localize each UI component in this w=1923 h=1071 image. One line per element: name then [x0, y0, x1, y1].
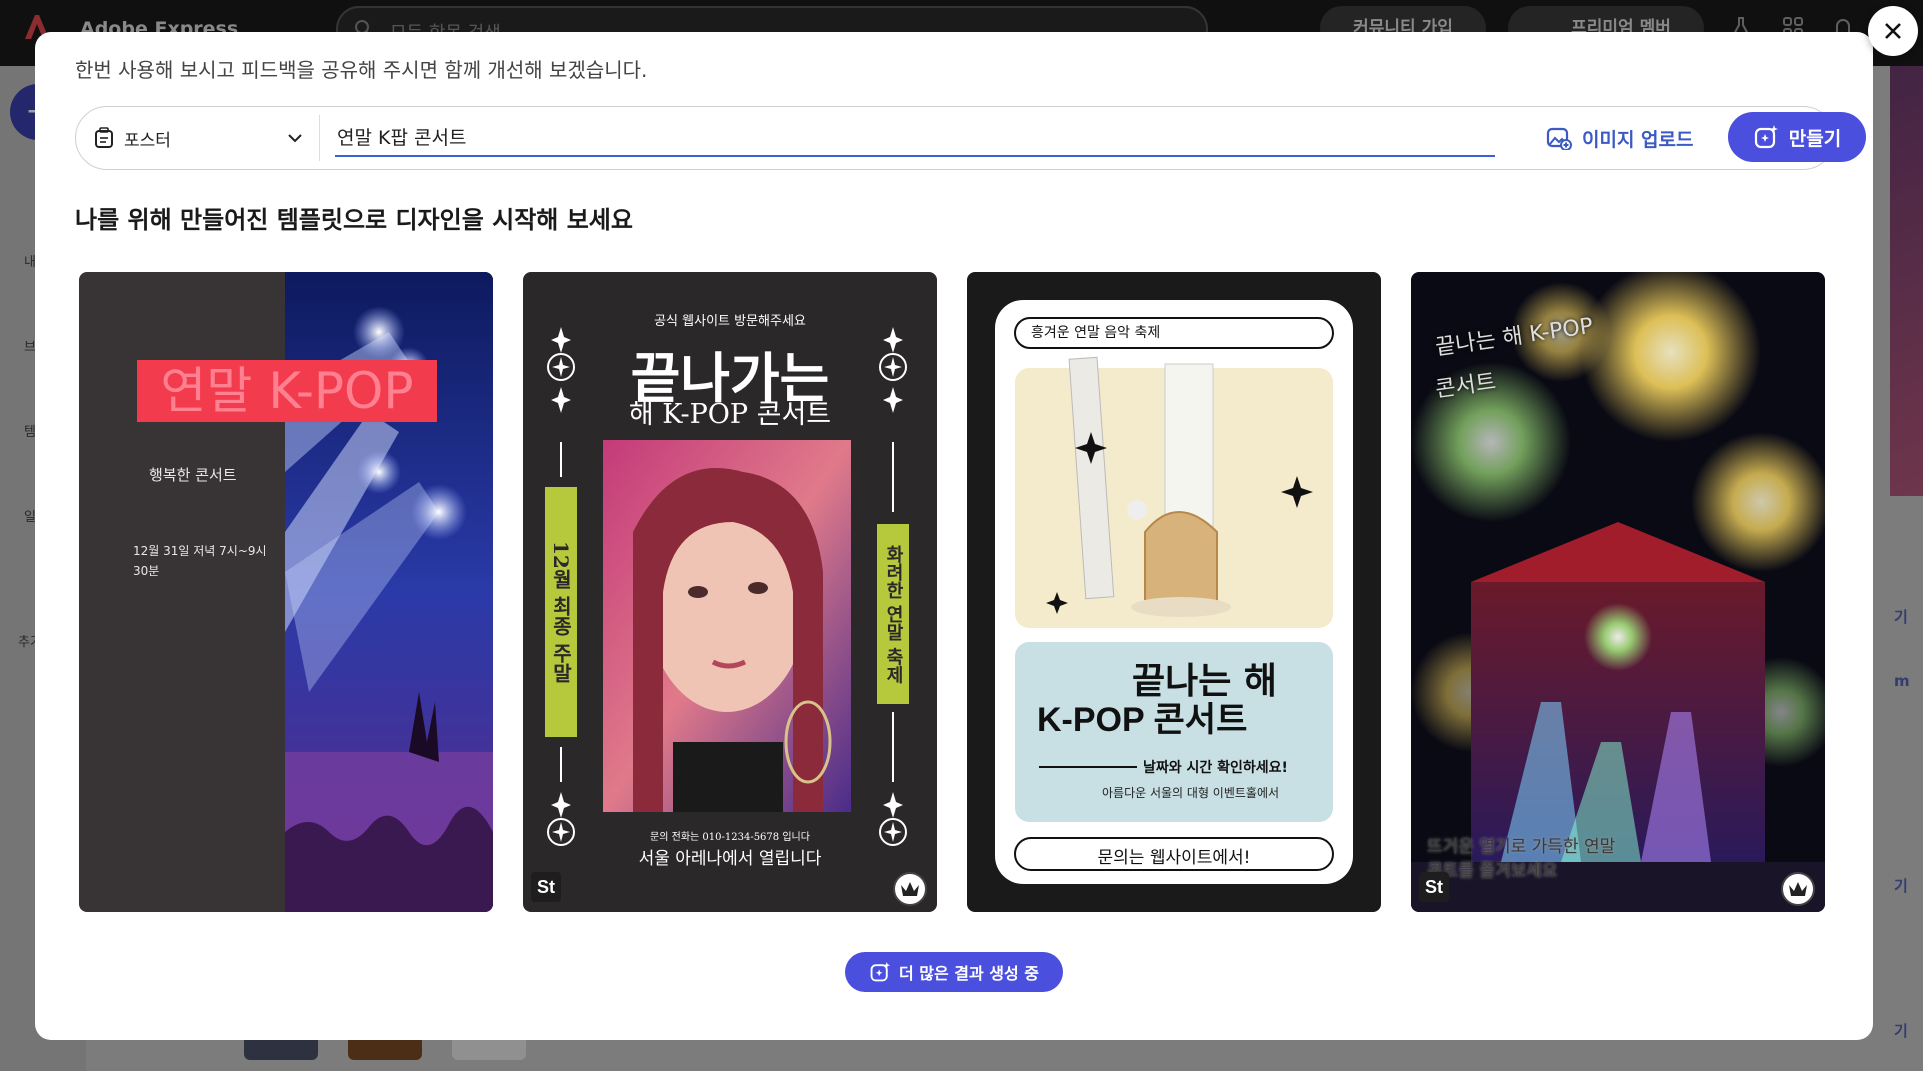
premium-crown-icon [1781, 872, 1815, 906]
create-button[interactable]: 만들기 [1728, 112, 1866, 162]
template-2-left-vertical: 12월 최종 주말 [549, 541, 573, 683]
upload-image-button[interactable]: 이미지 업로드 [1546, 117, 1694, 159]
generate-sparkle-icon [1754, 125, 1778, 149]
stock-badge: St [531, 872, 561, 902]
template-2-contact: 문의 전화는 010-1234-5678 입니다 [650, 832, 810, 843]
template-2-right-vertical: 화려한 연말 축제 [883, 544, 904, 684]
template-1-date: 12월 31일 저녁 7시~9시 [133, 544, 267, 558]
template-3-info-2: 아름다운 서울의 대형 이벤트홀에서 [1102, 786, 1280, 800]
chevron-down-icon [288, 134, 302, 143]
template-3-footer: 문의는 웹사이트에서! [1097, 848, 1251, 868]
content-type-label: 포스터 [124, 130, 171, 151]
close-icon [1885, 23, 1901, 39]
template-3-info-1: 날짜와 시간 확인하세요! [1143, 760, 1288, 776]
template-4-bottom-1: 뜨거운 열기로 가득한 연말 [1427, 837, 1616, 857]
stock-badge: St [1419, 872, 1449, 902]
template-card-3[interactable]: 흥겨운 연말 음악 축제 끝나는 해 K-POP 콘서트 날짜와 시간 확인하세… [967, 272, 1381, 912]
generate-sparkle-icon [870, 961, 891, 982]
prompt-divider [319, 115, 320, 161]
generate-template-modal: 한번 사용해 보시고 피드백을 공유해 주시면 함께 개선해 보겠습니다. 포스… [35, 32, 1873, 1040]
template-3-title-2: K-POP 콘서트 [1037, 701, 1248, 739]
prompt-bar: 포스터 이미지 업로드 만들기 [75, 106, 1866, 170]
template-1-title: 연말 K-POP [160, 362, 414, 420]
content-type-dropdown[interactable]: 포스터 [94, 115, 304, 161]
template-1-date-2: 30분 [133, 564, 160, 578]
create-button-label: 만들기 [1788, 127, 1842, 150]
poster-type-icon [95, 127, 113, 148]
template-1-subtitle: 행복한 콘서트 [149, 466, 237, 484]
template-card-4[interactable]: 끝나는 해 K-POP 콘서트 뜨거운 열기로 가득한 연말 콘트를 즐겨보세요… [1411, 272, 1825, 912]
template-2-title-2: 해 K-POP 콘서트 [628, 399, 832, 430]
feedback-text: 한번 사용해 보시고 피드백을 공유해 주시면 함께 개선해 보겠습니다. [75, 58, 648, 82]
template-3-top-text: 흥겨운 연말 음악 축제 [1031, 325, 1161, 341]
section-title: 나를 위해 만들어진 템플릿으로 디자인을 시작해 보세요 [75, 206, 633, 234]
template-3-artwork [967, 272, 1381, 912]
prompt-input[interactable] [335, 117, 1495, 157]
template-2-top-text: 공식 웹사이트 방문해주세요 [654, 314, 806, 329]
template-2-venue: 서울 아레나에서 열립니다 [638, 849, 822, 869]
image-upload-icon [1546, 127, 1572, 150]
generate-more-button[interactable]: 더 많은 결과 생성 중 [845, 952, 1063, 992]
premium-crown-icon [893, 872, 927, 906]
close-modal-button[interactable] [1868, 6, 1918, 56]
generate-more-label: 더 많은 결과 생성 중 [898, 964, 1040, 983]
upload-image-label: 이미지 업로드 [1582, 128, 1694, 151]
template-card-2[interactable]: 공식 웹사이트 방문해주세요 끝나가는 해 K-POP 콘서트 12월 최종 주… [523, 272, 937, 912]
template-card-1[interactable]: 연말 K-POP 행복한 콘서트 12월 31일 저녁 7시~9시 30분 [79, 272, 493, 912]
